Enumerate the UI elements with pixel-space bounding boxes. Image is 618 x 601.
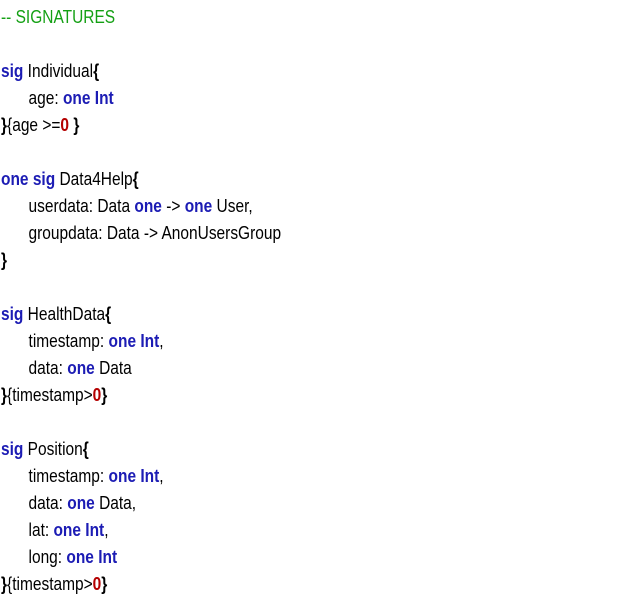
- code-token-plain: lat:: [28, 520, 54, 540]
- code-token-plain: {timestamp>: [7, 385, 93, 405]
- code-line: sig Position{: [1, 436, 281, 463]
- code-token-keyword: one sig: [1, 169, 56, 189]
- code-token-plain: {timestamp>: [7, 574, 93, 594]
- code-token-number: 0: [92, 574, 102, 594]
- code-token-plain: groupdata: Data -> AnonUsersGroup: [28, 223, 282, 243]
- code-token-keyword: one Int: [108, 466, 160, 486]
- code-token-brace: }: [73, 115, 80, 135]
- code-token-brace: {: [93, 61, 100, 81]
- code-token-plain: HealthData: [23, 304, 106, 324]
- code-token-keyword: sig: [1, 439, 24, 459]
- code-token-number: 0: [60, 115, 70, 135]
- code-token-brace: {: [132, 169, 139, 189]
- code-token-plain: ,: [159, 466, 164, 486]
- code-token-comment: -- SIGNATURES: [1, 7, 116, 27]
- code-line: one sig Data4Help{: [1, 166, 281, 193]
- code-token-brace: }: [101, 385, 108, 405]
- code-line: sig Individual{: [1, 58, 281, 85]
- code-token-keyword: one Int: [66, 547, 118, 567]
- code-line: sig HealthData{: [1, 301, 281, 328]
- code-token-plain: User,: [212, 196, 253, 216]
- code-token-brace: }: [1, 250, 8, 270]
- code-token-plain: data:: [28, 358, 68, 378]
- code-token-brace: {: [82, 439, 89, 459]
- code-token-plain: Position: [23, 439, 83, 459]
- code-token-number: 0: [92, 385, 102, 405]
- code-token-plain: timestamp:: [28, 331, 109, 351]
- code-token-plain: ,: [159, 331, 164, 351]
- code-token-plain: userdata: Data: [28, 196, 135, 216]
- code-token-plain: Individual: [23, 61, 94, 81]
- code-token-keyword: one: [134, 196, 162, 216]
- code-token-plain: {age >=: [7, 115, 61, 135]
- code-line: userdata: Data one -> one User,: [1, 193, 281, 220]
- code-line: timestamp: one Int,: [1, 463, 281, 490]
- code-token-plain: Data,: [94, 493, 137, 513]
- code-token-brace: }: [101, 574, 108, 594]
- code-token-plain: long:: [28, 547, 67, 567]
- code-token-plain: Data: [94, 358, 132, 378]
- code-line: -- SIGNATURES: [1, 4, 281, 31]
- code-line: groupdata: Data -> AnonUsersGroup: [1, 220, 282, 247]
- code-line: }: [1, 247, 281, 274]
- code-token-plain: age:: [28, 88, 63, 108]
- code-token-plain: timestamp:: [28, 466, 109, 486]
- code-token-keyword: one: [67, 493, 95, 513]
- code-line: }{age >=0 }: [1, 112, 281, 139]
- code-token-keyword: one: [67, 358, 95, 378]
- code-token-keyword: sig: [1, 304, 24, 324]
- code-token-plain: ->: [161, 196, 185, 216]
- code-token-keyword: one Int: [62, 88, 114, 108]
- code-token-keyword: sig: [1, 61, 24, 81]
- code-line: }{timestamp>0}: [1, 571, 281, 598]
- code-token-brace: {: [105, 304, 112, 324]
- code-token-plain: Data4Help: [55, 169, 133, 189]
- code-view: -- SIGNATURES sig Individual{age: one In…: [1, 4, 281, 598]
- code-line: age: one Int: [1, 85, 281, 112]
- code-line: }{timestamp>0}: [1, 382, 281, 409]
- code-token-plain: ,: [104, 520, 109, 540]
- code-token-keyword: one Int: [53, 520, 105, 540]
- code-token-keyword: one Int: [108, 331, 160, 351]
- code-token-plain: data:: [28, 493, 68, 513]
- code-line: lat: one Int,: [1, 517, 281, 544]
- code-line: data: one Data,: [1, 490, 281, 517]
- code-token-keyword: one: [184, 196, 213, 216]
- code-line: data: one Data: [1, 355, 281, 382]
- code-line: timestamp: one Int,: [1, 328, 281, 355]
- code-line: long: one Int: [1, 544, 281, 571]
